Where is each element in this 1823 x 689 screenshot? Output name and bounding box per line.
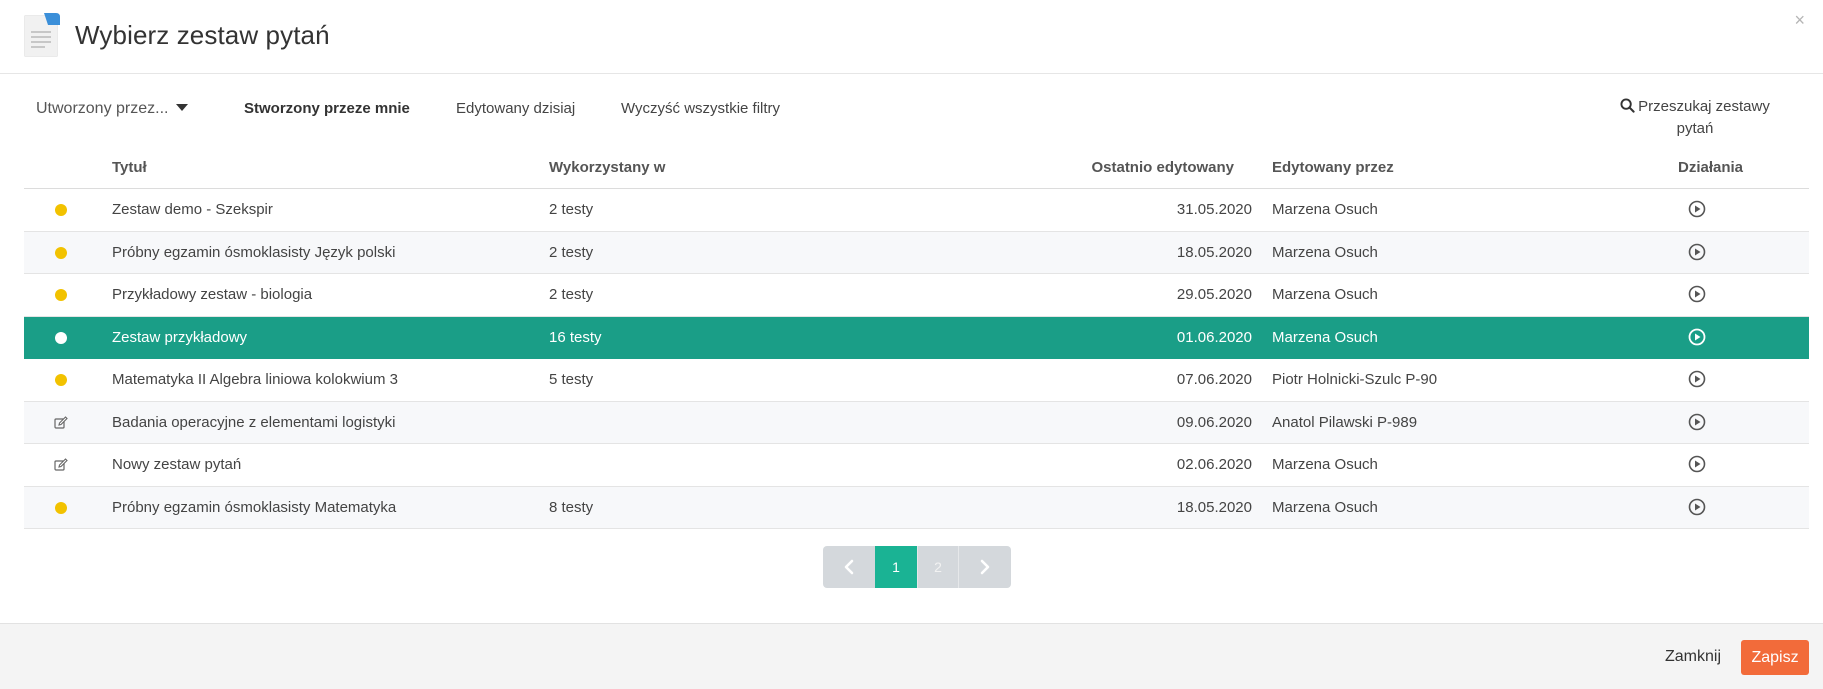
filter-edited-today[interactable]: Edytowany dzisiaj bbox=[456, 100, 575, 117]
row-used-in: 16 testy bbox=[549, 328, 602, 346]
status-dot bbox=[55, 331, 67, 344]
next-page-button[interactable] bbox=[959, 546, 1011, 588]
status-dot bbox=[55, 501, 67, 514]
filter-bar: Utworzony przez... Stworzony przeze mnie… bbox=[0, 74, 1823, 146]
caret-down-icon bbox=[176, 104, 189, 111]
row-date: 18.05.2020 bbox=[1176, 498, 1252, 516]
row-title: Matematyka II Algebra liniowa kolokwium … bbox=[112, 371, 398, 388]
row-editor: Anatol Pilawski P-989 bbox=[1272, 413, 1418, 431]
row-date: 29.05.2020 bbox=[1176, 286, 1252, 303]
row-date: 01.06.2020 bbox=[1176, 328, 1252, 346]
play-circle-icon[interactable] bbox=[1688, 328, 1706, 350]
pagination: 1 2 bbox=[823, 546, 1011, 588]
row-date: 02.06.2020 bbox=[1176, 456, 1252, 473]
column-header-actions: Działania bbox=[1678, 159, 1744, 176]
table-row-selected[interactable]: Zestaw przykładowy 16 testy 01.06.2020 M… bbox=[24, 316, 1809, 359]
play-circle-icon[interactable] bbox=[1688, 285, 1706, 307]
modal-header: Wybierz zestaw pytań × bbox=[0, 0, 1823, 74]
modal-dialog: Wybierz zestaw pytań × Utworzony przez..… bbox=[0, 0, 1823, 689]
row-date: 07.06.2020 bbox=[1176, 371, 1252, 388]
row-editor: Marzena Osuch bbox=[1272, 243, 1378, 261]
status-dot bbox=[55, 374, 67, 386]
row-editor: Marzena Osuch bbox=[1272, 286, 1378, 303]
created-by-dropdown[interactable]: Utworzony przez... bbox=[36, 100, 189, 118]
chevron-right-icon bbox=[980, 559, 990, 575]
column-header-last-edited[interactable]: Ostatnio edytowany bbox=[1091, 159, 1234, 176]
row-editor: Marzena Osuch bbox=[1272, 328, 1378, 346]
status-dot bbox=[55, 204, 67, 216]
modal-title: Wybierz zestaw pytań bbox=[75, 20, 330, 50]
close-button[interactable]: Zamknij bbox=[1665, 648, 1721, 666]
filter-created-by-me[interactable]: Stworzony przeze mnie bbox=[244, 100, 410, 117]
row-used-in: 2 testy bbox=[549, 286, 594, 303]
edit-icon bbox=[54, 458, 68, 471]
table-row[interactable]: Badania operacyjne z elementami logistyk… bbox=[24, 401, 1809, 444]
row-title: Zestaw demo - Szekspir bbox=[112, 201, 273, 218]
chevron-left-icon bbox=[844, 559, 854, 575]
row-date: 09.06.2020 bbox=[1176, 413, 1252, 431]
table-row[interactable]: Przykładowy zestaw - biologia 2 testy 29… bbox=[24, 274, 1809, 317]
page-button-1[interactable]: 1 bbox=[875, 546, 917, 588]
row-title: Nowy zestaw pytań bbox=[112, 456, 242, 473]
row-editor: Marzena Osuch bbox=[1272, 498, 1378, 516]
row-editor: Piotr Holnicki-Szulc P-90 bbox=[1272, 371, 1438, 388]
row-title: Próbny egzamin ósmoklasisty Język polski bbox=[112, 243, 396, 261]
close-icon[interactable]: × bbox=[1794, 10, 1805, 30]
edit-icon bbox=[54, 415, 68, 429]
row-editor: Marzena Osuch bbox=[1272, 201, 1378, 218]
play-circle-icon[interactable] bbox=[1688, 413, 1706, 435]
document-icon bbox=[22, 13, 60, 59]
play-circle-icon[interactable] bbox=[1688, 455, 1706, 477]
page-button-2[interactable]: 2 bbox=[917, 546, 959, 588]
row-title: Zestaw przykładowy bbox=[112, 328, 248, 346]
play-circle-icon[interactable] bbox=[1688, 498, 1706, 520]
table-row[interactable]: Matematyka II Algebra liniowa kolokwium … bbox=[24, 359, 1809, 402]
table-row[interactable]: Próbny egzamin ósmoklasisty Język polski… bbox=[24, 231, 1809, 274]
play-circle-icon[interactable] bbox=[1688, 370, 1706, 392]
question-sets-table: Tytuł Wykorzystany w Ostatnio edytowany … bbox=[24, 146, 1809, 529]
table-row[interactable]: Nowy zestaw pytań 02.06.2020 Marzena Osu… bbox=[24, 444, 1809, 487]
table-header: Tytuł Wykorzystany w Ostatnio edytowany … bbox=[24, 146, 1809, 189]
play-circle-icon[interactable] bbox=[1688, 200, 1706, 222]
table-row[interactable]: Próbny egzamin ósmoklasisty Matematyka 8… bbox=[24, 486, 1809, 529]
status-dot bbox=[55, 246, 67, 259]
clear-filters-link[interactable]: Wyczyść wszystkie filtry bbox=[621, 100, 780, 117]
row-used-in: 2 testy bbox=[549, 201, 594, 218]
row-title: Badania operacyjne z elementami logistyk… bbox=[112, 413, 396, 431]
search-question-sets-link[interactable]: Przeszukaj zestawy pytań bbox=[1610, 96, 1780, 140]
column-header-edited-by[interactable]: Edytowany przez bbox=[1272, 159, 1394, 176]
row-title: Próbny egzamin ósmoklasisty Matematyka bbox=[112, 498, 397, 516]
column-header-title[interactable]: Tytuł bbox=[112, 159, 147, 176]
column-header-used-in[interactable]: Wykorzystany w bbox=[549, 159, 665, 176]
search-icon bbox=[1620, 98, 1635, 113]
table-row[interactable]: Zestaw demo - Szekspir 2 testy 31.05.202… bbox=[24, 189, 1809, 232]
play-circle-icon[interactable] bbox=[1688, 243, 1706, 265]
row-used-in: 2 testy bbox=[549, 243, 594, 261]
search-label-line2: pytań bbox=[1676, 120, 1714, 137]
row-editor: Marzena Osuch bbox=[1272, 456, 1378, 473]
modal-footer: Zamknij Zapisz bbox=[0, 623, 1823, 689]
save-button[interactable]: Zapisz bbox=[1741, 640, 1809, 675]
row-used-in: 8 testy bbox=[549, 498, 594, 516]
row-date: 31.05.2020 bbox=[1176, 201, 1252, 218]
status-dot bbox=[55, 289, 67, 301]
search-label-line1: Przeszukaj zestawy bbox=[1638, 98, 1770, 115]
row-title: Przykładowy zestaw - biologia bbox=[112, 286, 313, 303]
prev-page-button[interactable] bbox=[823, 546, 875, 588]
row-used-in: 5 testy bbox=[549, 371, 594, 388]
created-by-label: Utworzony przez... bbox=[36, 100, 169, 117]
row-date: 18.05.2020 bbox=[1176, 243, 1252, 261]
